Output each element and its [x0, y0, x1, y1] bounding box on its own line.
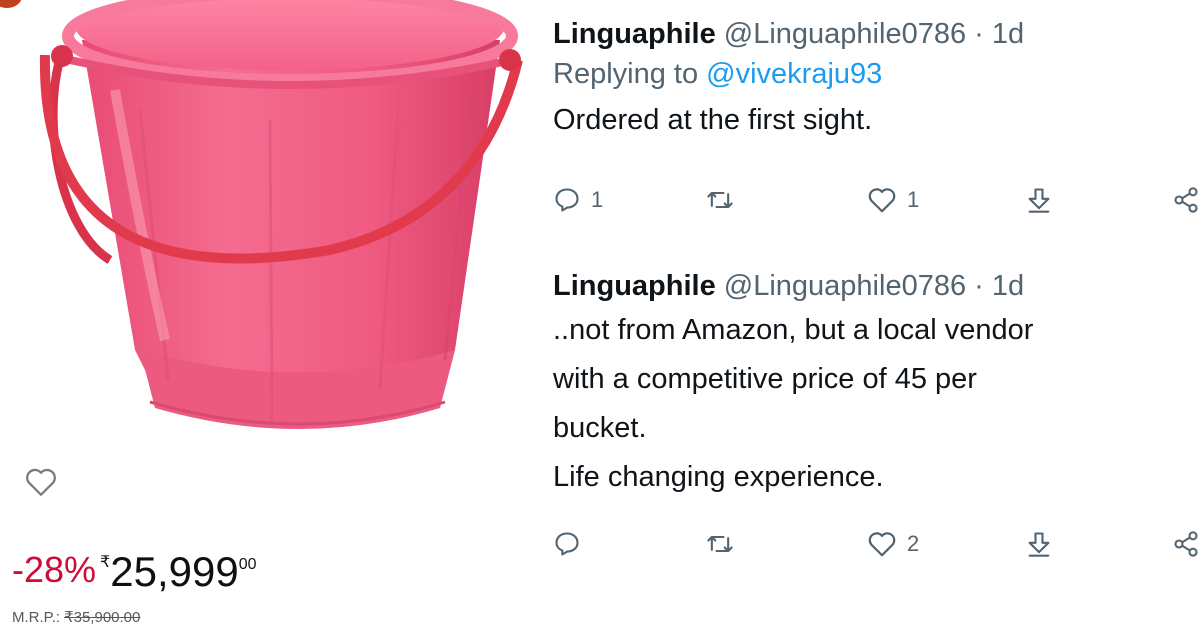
mrp-row: M.R.P.: ₹35,900.00 — [12, 608, 140, 626]
price-fraction: 00 — [238, 556, 257, 573]
share-icon — [1174, 531, 1198, 557]
tweet-text-line: with a competitive price of 45 per — [553, 363, 977, 395]
tweet-time[interactable]: 1d — [992, 18, 1024, 50]
replying-to-label: Replying to — [553, 58, 699, 90]
tweet-actions: 1 1 — [553, 186, 1200, 226]
tweet-text-line: bucket. — [553, 412, 647, 444]
retweet-button[interactable] — [705, 530, 745, 558]
like-count: 2 — [907, 531, 920, 556]
reply-button[interactable] — [553, 530, 591, 558]
tweet-header: Linguaphile @Linguaphile0786 · 1d — [553, 14, 1200, 54]
mrp-label: M.R.P.: — [12, 609, 61, 626]
heart-outline-icon[interactable] — [24, 466, 58, 503]
reply-count: 1 — [591, 187, 604, 212]
share-icon — [1174, 187, 1198, 213]
heart-icon — [868, 532, 896, 557]
tweet-actions: 2 — [553, 530, 1200, 570]
separator-dot: · — [974, 270, 984, 302]
tweet-reply-2: Linguaphile @Linguaphile0786 · 1d ..not … — [553, 266, 1200, 502]
like-button[interactable]: 1 — [867, 186, 919, 214]
bucket-image — [39, 0, 523, 429]
tweet-text-line: ..not from Amazon, but a local vendor — [553, 314, 1034, 346]
share-button[interactable] — [1171, 186, 1200, 214]
user-handle[interactable]: @Linguaphile0786 — [724, 18, 966, 50]
tweet-reply-1: Linguaphile @Linguaphile0786 · 1d Replyi… — [553, 14, 1200, 146]
mention-link[interactable]: @vivekraju93 — [706, 58, 882, 90]
product-panel: -28% ₹ 25,999 00 M.R.P.: ₹35,900.00 — [0, 0, 530, 630]
like-button[interactable]: 2 — [867, 530, 919, 558]
user-handle[interactable]: @Linguaphile0786 — [724, 270, 966, 302]
download-icon — [1028, 188, 1050, 213]
tweet-text-line: Ordered at the first sight. — [553, 104, 873, 136]
tweet-text: Ordered at the first sight. — [553, 94, 1200, 146]
share-button[interactable] — [1171, 530, 1200, 558]
currency-symbol: ₹ — [100, 554, 111, 571]
reply-icon — [555, 532, 579, 556]
price-row: -28% ₹ 25,999 00 — [12, 548, 257, 596]
retweet-icon — [707, 535, 733, 553]
mrp-value: ₹35,900.00 — [64, 609, 141, 626]
tweet-time[interactable]: 1d — [992, 270, 1024, 302]
replying-to: Replying to @vivekraju93 — [553, 54, 1200, 94]
download-button[interactable] — [1025, 186, 1053, 214]
separator-dot: · — [974, 18, 984, 50]
display-name[interactable]: Linguaphile — [553, 270, 716, 302]
retweet-button[interactable] — [705, 186, 745, 214]
discount-percentage: -28% — [12, 549, 97, 590]
download-icon — [1028, 532, 1050, 557]
tweet-text: ..not from Amazon, but a local vendor wi… — [553, 306, 1200, 502]
display-name[interactable]: Linguaphile — [553, 18, 716, 50]
price-whole: 25,999 — [110, 548, 239, 595]
download-button[interactable] — [1025, 530, 1053, 558]
reply-icon — [555, 188, 579, 212]
retweet-icon — [707, 191, 733, 209]
tweet-text-line: Life changing experience. — [553, 461, 884, 493]
heart-icon — [868, 188, 896, 213]
tweet-header: Linguaphile @Linguaphile0786 · 1d — [553, 266, 1200, 306]
like-count: 1 — [907, 187, 920, 212]
reply-button[interactable]: 1 — [553, 186, 603, 214]
